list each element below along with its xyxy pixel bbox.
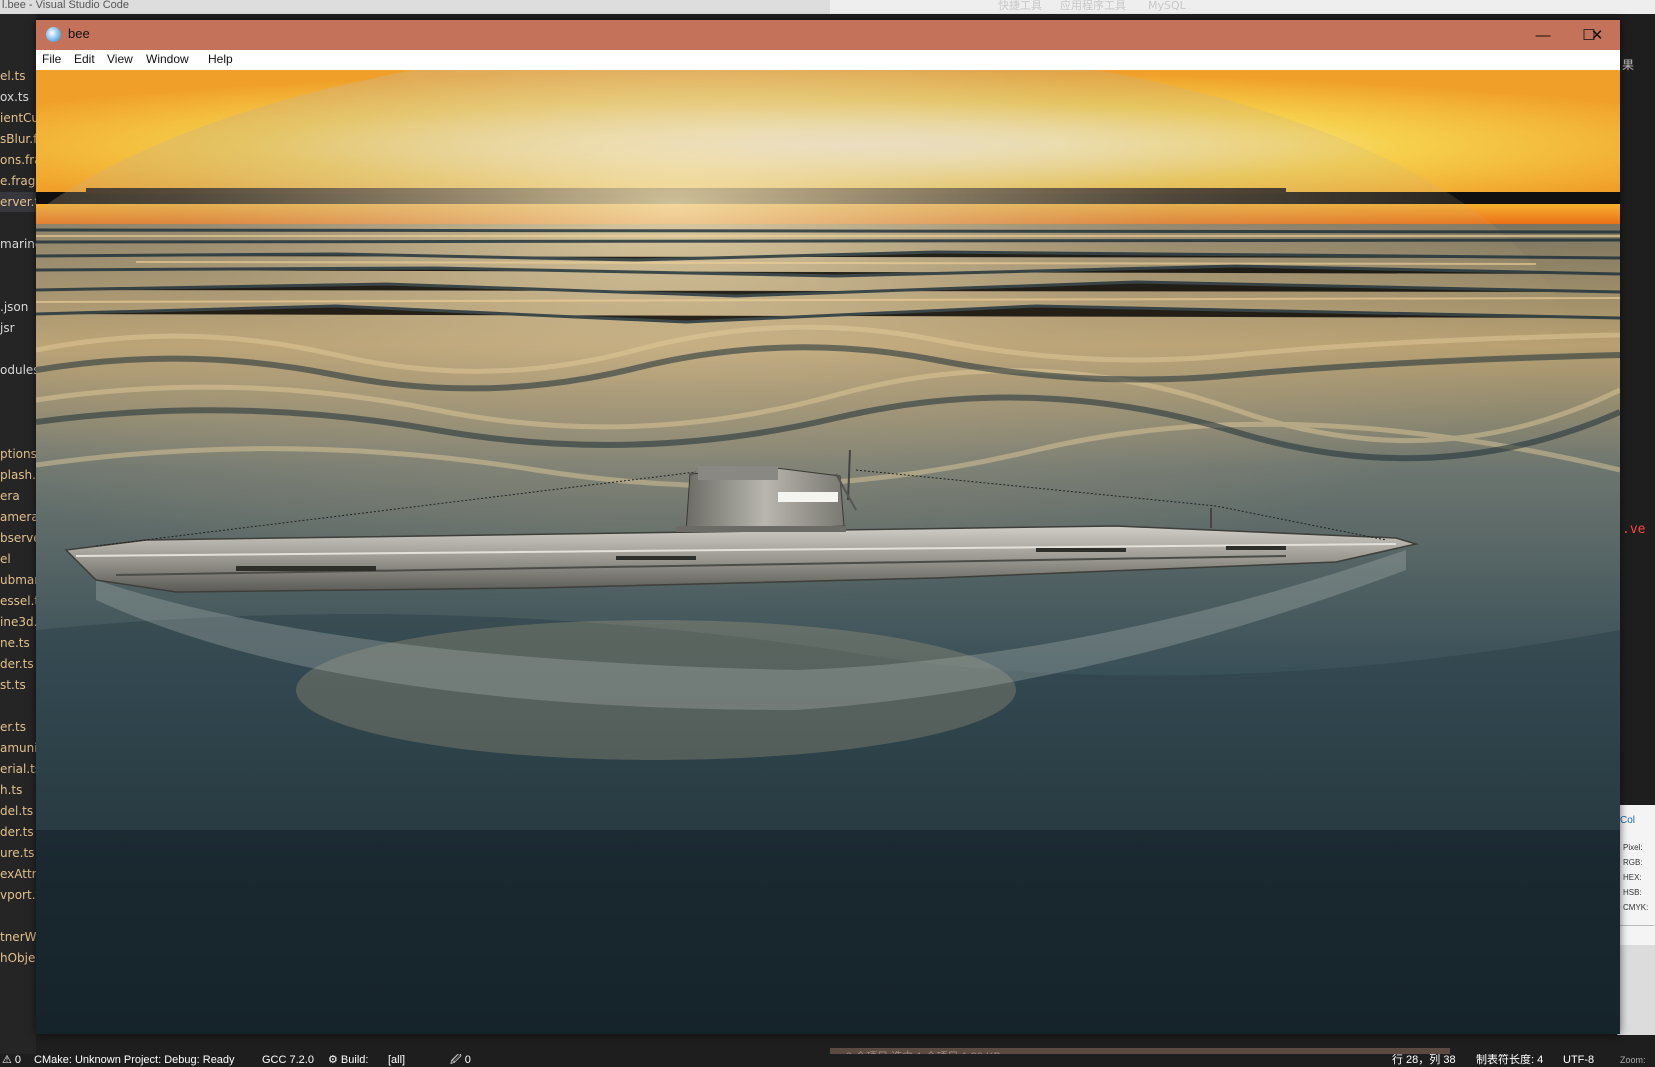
sidebar-file[interactable]: vport.ts	[0, 885, 36, 905]
editor-code-fragment: .ve	[1622, 522, 1646, 537]
color-panel-title: Col	[1620, 815, 1636, 826]
ocean-scene[interactable]	[36, 70, 1620, 1034]
color-label-cmyk: CMYK:	[1623, 903, 1649, 912]
color-label-hex: HEX:	[1623, 873, 1642, 882]
sidebar-file[interactable]: der.ts	[0, 822, 36, 842]
sidebar-file[interactable]: essel.ts	[0, 591, 36, 611]
render-viewport[interactable]	[36, 70, 1620, 1034]
window-title-bar[interactable]: bee — ☐ ✕	[36, 20, 1620, 50]
status-cursor-position[interactable]: 行 28，列 38	[1392, 1054, 1456, 1067]
sidebar-file[interactable]: era	[0, 486, 36, 506]
vscode-explorer-sidebar: el.tsox.tsientCusBlur.fons.frae.fragerve…	[0, 14, 36, 1054]
sidebar-file[interactable]: el.ts	[0, 66, 36, 86]
sidebar-file[interactable]	[0, 381, 36, 401]
sidebar-file[interactable]: jsr	[0, 318, 36, 338]
status-tab-size[interactable]: 制表符长度: 4	[1476, 1054, 1543, 1067]
sidebar-file[interactable]	[0, 255, 36, 275]
sidebar-file[interactable]: ptions.t	[0, 444, 36, 464]
sidebar-file[interactable]: ubmari	[0, 570, 36, 590]
menu-view[interactable]: View	[107, 52, 133, 66]
sidebar-file[interactable]: amunic	[0, 738, 36, 758]
sidebar-file[interactable]	[0, 906, 36, 926]
color-label-pixel: Pixel:	[1623, 843, 1643, 852]
close-icon: ✕	[1590, 27, 1604, 44]
sidebar-file[interactable]	[0, 339, 36, 359]
toolbar-item-app[interactable]: 应用程序工具	[1060, 0, 1126, 14]
maximize-button[interactable]: ☐	[1566, 20, 1612, 50]
status-build-target[interactable]: [all]	[388, 1054, 405, 1067]
menu-bar: File Edit View Window Help	[36, 50, 1620, 70]
vscode-title: l.bee - Visual Studio Code	[2, 0, 129, 11]
vscode-title-bar: l.bee - Visual Studio Code	[0, 0, 830, 14]
sidebar-file[interactable]: der.ts	[0, 654, 36, 674]
sidebar-file[interactable]: sBlur.f	[0, 129, 36, 149]
sidebar-file[interactable]: tnerW	[0, 927, 36, 947]
sidebar-file[interactable]	[0, 213, 36, 233]
sidebar-file[interactable]: ons.fra	[0, 150, 36, 170]
sidebar-file[interactable]: ientCu	[0, 108, 36, 128]
minimize-button[interactable]: —	[1520, 20, 1566, 50]
minimize-icon: —	[1535, 26, 1551, 44]
editor-text-fragment: 果	[1622, 58, 1635, 72]
close-button[interactable]: ✕	[1591, 20, 1620, 50]
color-label-rgb: RGB:	[1623, 858, 1643, 867]
sidebar-file[interactable]: e.frag	[0, 171, 36, 191]
status-encoding[interactable]: UTF-8	[1563, 1054, 1594, 1067]
color-picker-panel: Col Pixel: RGB: HEX: HSB: CMYK:	[1617, 805, 1655, 1035]
sidebar-file[interactable]: el	[0, 549, 36, 569]
toolbar-item-quick[interactable]: 快捷工具	[998, 0, 1042, 14]
toolbar-item-mysql[interactable]: MySQL	[1148, 0, 1186, 14]
sidebar-file[interactable]: del.ts	[0, 801, 36, 821]
color-panel-divider	[1620, 925, 1654, 926]
app-logo-icon	[46, 27, 61, 42]
sidebar-file[interactable]: st.ts	[0, 675, 36, 695]
foreground-water	[36, 830, 1620, 1034]
sidebar-file[interactable]	[0, 696, 36, 716]
sidebar-file[interactable]: ameraB	[0, 507, 36, 527]
vscode-status-bar: ⚠ 0 CMake: Unknown Project: Debug: Ready…	[0, 1054, 1655, 1067]
menu-edit[interactable]: Edit	[74, 52, 95, 66]
explorer-toolbar: 快捷工具 应用程序工具 MySQL	[830, 0, 1655, 14]
sidebar-file[interactable]: bserve	[0, 528, 36, 548]
bee-window: bee — ☐ ✕ File Edit View Window Help	[36, 20, 1620, 1034]
status-tasks[interactable]: 🖉 0	[450, 1054, 471, 1067]
sidebar-file[interactable]: er.ts	[0, 717, 36, 737]
sidebar-file[interactable]: odules	[0, 360, 36, 380]
sidebar-file[interactable]: plash.ts	[0, 465, 36, 485]
status-problems[interactable]: ⚠ 0	[2, 1054, 21, 1067]
sidebar-file[interactable]: erver.ts	[0, 192, 36, 212]
sidebar-file[interactable]: ox.ts	[0, 87, 36, 107]
status-cmake[interactable]: CMake: Unknown Project: Debug: Ready	[34, 1054, 235, 1067]
sidebar-file[interactable]: erial.ts	[0, 759, 36, 779]
sidebar-file[interactable]: .json	[0, 297, 36, 317]
sidebar-file[interactable]	[0, 402, 36, 422]
status-build-button[interactable]: ⚙ Build:	[328, 1054, 368, 1067]
sidebar-file[interactable]: ure.ts	[0, 843, 36, 863]
status-zoom: Zoom:	[1620, 1055, 1646, 1065]
sidebar-file[interactable]: marine	[0, 234, 36, 254]
sidebar-file[interactable]: exAttr	[0, 864, 36, 884]
sidebar-file[interactable]	[0, 423, 36, 443]
window-title: bee	[68, 26, 90, 41]
color-magnifier	[1618, 945, 1655, 1035]
sidebar-file[interactable]: hObje	[0, 948, 36, 968]
status-compiler[interactable]: GCC 7.2.0	[262, 1054, 314, 1067]
menu-window[interactable]: Window	[146, 52, 189, 66]
sidebar-file[interactable]: ine3d.t	[0, 612, 36, 632]
sidebar-file[interactable]: h.ts	[0, 780, 36, 800]
sidebar-file[interactable]	[0, 276, 36, 296]
menu-file[interactable]: File	[42, 52, 61, 66]
color-label-hsb: HSB:	[1623, 888, 1642, 897]
sidebar-file[interactable]: ne.ts	[0, 633, 36, 653]
menu-help[interactable]: Help	[208, 52, 233, 66]
